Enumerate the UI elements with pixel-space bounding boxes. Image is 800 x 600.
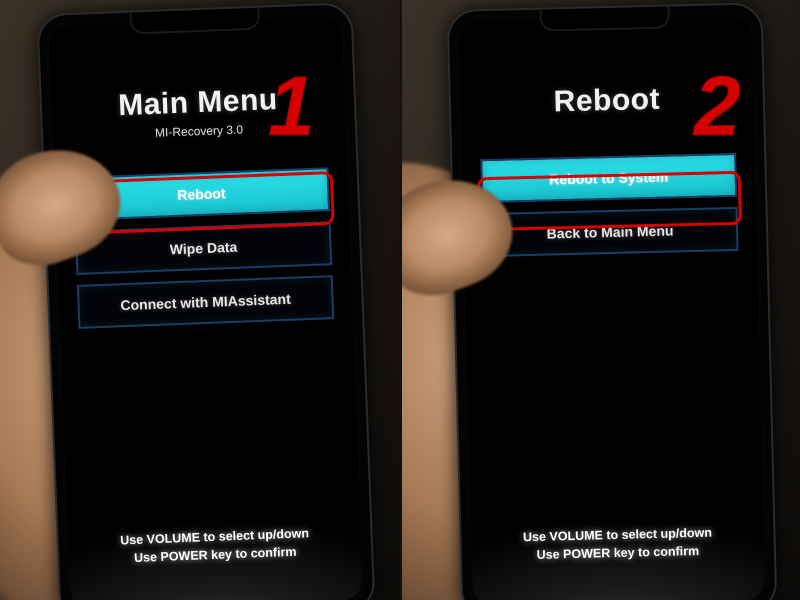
option-connect-miassistant[interactable]: Connect with MIAssistant	[77, 275, 335, 329]
step-panel-2: Reboot Reboot to System Back to Main Men…	[400, 0, 800, 600]
step-panel-1: Main Menu MI-Recovery 3.0 Reboot Wipe Da…	[0, 0, 400, 600]
option-list: Reboot to System Back to Main Menu	[480, 153, 738, 257]
instructions-text: Use VOLUME to select up/down Use POWER k…	[80, 522, 349, 569]
option-wipe-data[interactable]: Wipe Data	[75, 221, 333, 275]
option-back-to-main-menu[interactable]: Back to Main Menu	[482, 207, 739, 257]
step-number-annotation: 2	[694, 58, 741, 155]
phone-device: Main Menu MI-Recovery 3.0 Reboot Wipe Da…	[36, 2, 375, 600]
recovery-screen: Main Menu MI-Recovery 3.0 Reboot Wipe Da…	[49, 15, 363, 600]
instructions-text: Use VOLUME to select up/down Use POWER k…	[483, 522, 752, 565]
option-reboot-to-system[interactable]: Reboot to System	[480, 153, 737, 203]
phone-notch	[540, 7, 670, 32]
step-number-annotation: 1	[268, 58, 315, 155]
